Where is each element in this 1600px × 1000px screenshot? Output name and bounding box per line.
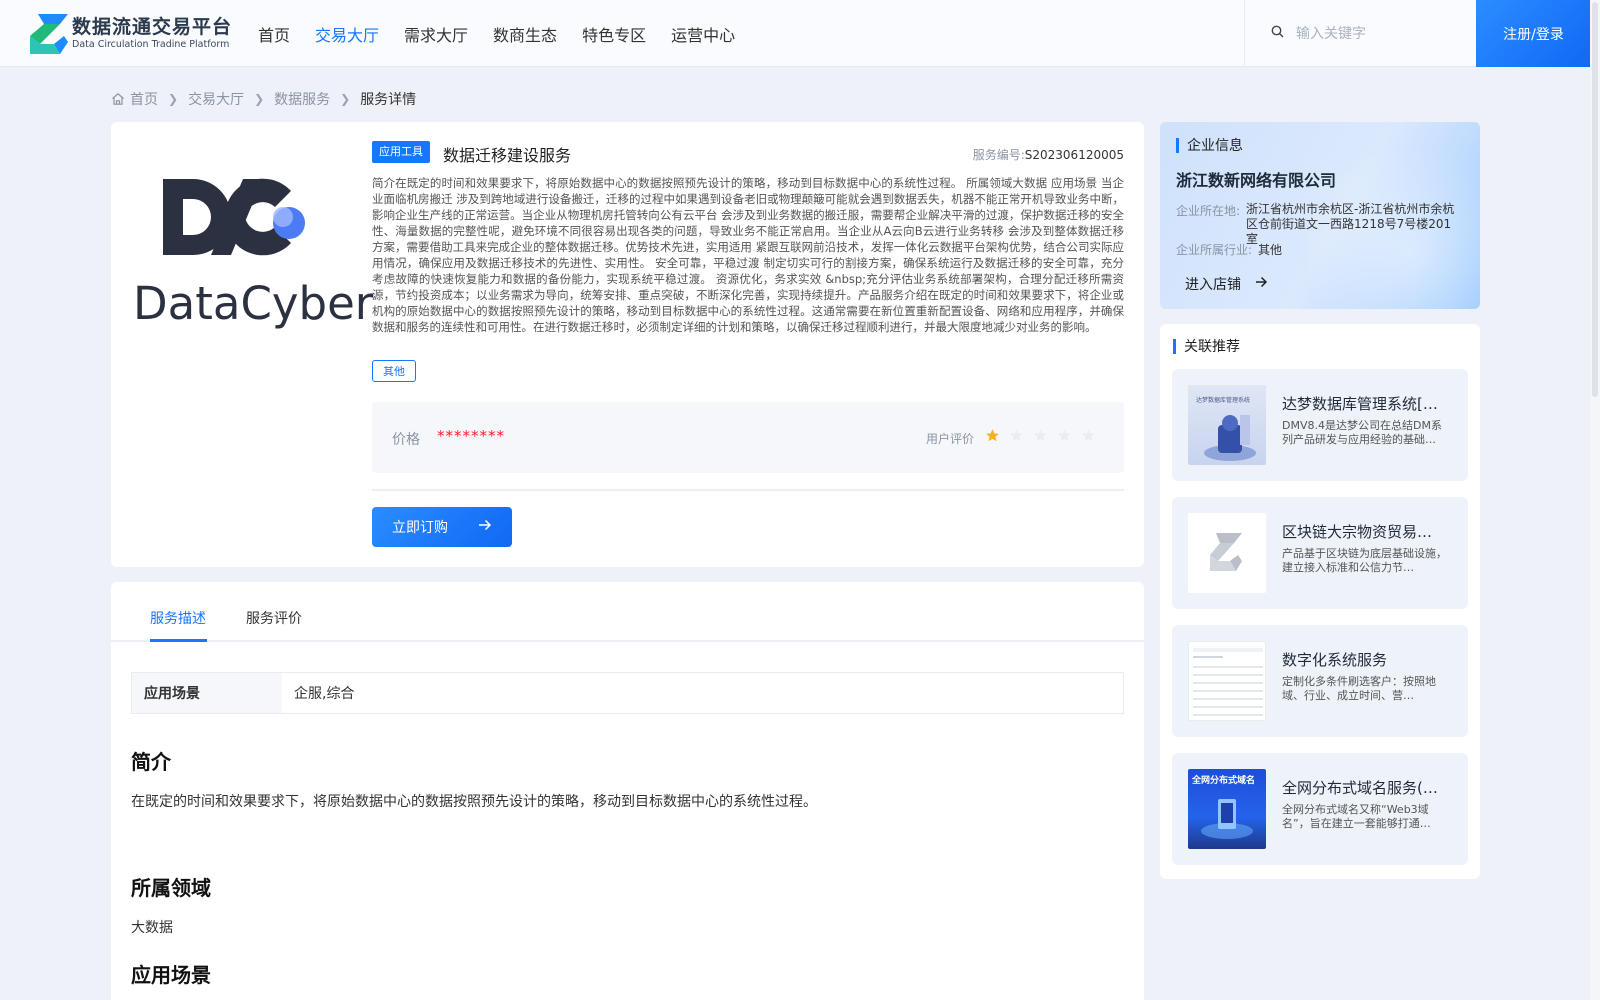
chevron-right-icon: ❯ [340,92,351,106]
section-text: 大数据 [131,920,173,936]
price-panel: 价格 ******** 用户评价 [372,402,1124,473]
recommend-title: 区块链大宗物资贸易… [1282,523,1433,541]
category-tag: 应用工具 [372,141,430,163]
star-icon [986,429,999,442]
breadcrumb-trading-hall[interactable]: 交易大厅 [188,89,244,109]
nav-operations[interactable]: 运营中心 [671,22,735,46]
active-tab-indicator [150,639,207,642]
recommend-item[interactable]: 区块链大宗物资贸易… 产品基于区块链为底层基础设施，建立接入标准和公信力节… [1172,497,1468,609]
section-heading: 所属领域 [131,876,211,900]
breadcrumb-home[interactable]: 首页 [130,89,158,109]
service-number: 服务编号:S202306120005 [972,148,1124,162]
company-industry: 企业所属行业: 其他 [1176,243,1283,257]
arrow-right-icon [478,519,492,535]
home-icon[interactable] [111,92,125,106]
section-heading: 简介 [131,750,171,774]
nav-demand-hall[interactable]: 需求大厅 [404,22,468,46]
company-name: 浙江数新网络有限公司 [1176,171,1337,190]
nav-trading-hall[interactable]: 交易大厅 [315,22,379,46]
company-info-card: 企业信息 浙江数新网络有限公司 企业所在地: 浙江省杭州市余杭区-浙江省杭州市余… [1160,122,1480,309]
price-value: ******** [437,427,505,445]
search-box [1244,0,1476,67]
section-heading: 应用场景 [131,963,211,987]
star-icon [1034,429,1047,442]
web3-thumb-image: 全网分布式域名 [1188,769,1266,849]
recommend-item[interactable]: 达梦数据库管理系统 达梦数据库管理系统[… DMV8.4是达梦公司在总结DM系列… [1172,369,1468,481]
scrollbar-thumb[interactable] [1592,2,1598,397]
rating-stars [985,428,1105,443]
scene-row: 应用场景 企服,综合 [131,672,1124,714]
recommend-header: 关联推荐 [1173,336,1240,356]
platform-logo-icon [30,14,68,54]
recommend-title: 全网分布式域名服务(… [1282,779,1438,797]
tab-service-description[interactable]: 服务描述 [150,608,206,628]
login-register-button[interactable]: 注册/登录 [1476,0,1591,67]
nav-ecosystem[interactable]: 数商生态 [493,22,557,46]
detail-tabs: 服务描述 服务评价 [111,582,1144,642]
enter-shop-link[interactable]: 进入店铺 [1185,274,1268,294]
arrow-right-icon [1255,276,1268,292]
logo-subtitle: Data Circulation Tradine Platform [72,39,230,50]
breadcrumb-current: 服务详情 [360,92,417,108]
logo-thumb-image [1188,513,1266,593]
datacyber-mark-icon [163,178,305,256]
chevron-right-icon: ❯ [254,92,265,106]
star-icon [1082,429,1095,442]
star-icon [1058,429,1071,442]
scene-key: 应用场景 [132,673,282,713]
title-bar-decoration [1176,137,1179,153]
recommend-desc: DMV8.4是达梦公司在总结DM系列产品研发与应用经验的基础… [1282,419,1442,446]
top-header: 数据流通交易平台 Data Circulation Tradine Platfo… [0,0,1591,67]
platform-logo[interactable]: 数据流通交易平台 Data Circulation Tradine Platfo… [30,14,232,54]
product-title: 数据迁移建设服务 [443,146,572,165]
recommend-desc: 全网分布式域名又称“Web3域名”，旨在建立一套能够打通… [1282,803,1431,830]
domain-tag[interactable]: 其他 [372,360,416,382]
recommend-desc: 产品基于区块链为底层基础设施，建立接入标准和公信力节… [1282,547,1447,574]
recommend-title: 数字化系统服务 [1282,651,1388,669]
page-scrollbar[interactable] [1590,0,1600,1000]
scene-value: 企服,综合 [294,686,355,702]
recommend-title: 达梦数据库管理系统[… [1282,395,1438,413]
related-recommendations: 关联推荐 达梦数据库管理系统 达梦数据库管理系统[… DMV8.4是达梦公司在总… [1160,324,1480,879]
chevron-right-icon: ❯ [168,92,179,106]
table-thumb-image [1188,641,1266,721]
breadcrumb-data-service[interactable]: 数据服务 [274,89,330,109]
search-input[interactable] [1296,25,1466,42]
recommend-desc: 定制化多条件刷选客户：按照地域、行业、成立时间、营… [1282,675,1436,702]
recommend-item[interactable]: 数字化系统服务 定制化多条件刷选客户：按照地域、行业、成立时间、营… [1172,625,1468,737]
nav-home[interactable]: 首页 [258,22,290,46]
order-now-button[interactable]: 立即订购 [372,507,512,547]
product-logo-text: DataCyber [133,277,374,330]
search-icon[interactable] [1271,25,1284,42]
rating-label: 用户评价 [926,432,975,446]
dm-thumb-image: 达梦数据库管理系统 [1188,385,1266,465]
logo-title: 数据流通交易平台 [72,16,233,38]
company-info-header: 企业信息 [1176,135,1243,155]
product-description: 简介在既定的时间和效果要求下，将原始数据中心的数据按照预先设计的策略，移动到目标… [372,176,1124,334]
breadcrumb: 首页 ❯ 交易大厅 ❯ 数据服务 ❯ 服务详情 [111,89,416,109]
nav-featured-zone[interactable]: 特色专区 [582,22,646,46]
price-label: 价格 [392,432,420,448]
recommend-item[interactable]: 全网分布式域名 全网分布式域名服务(… 全网分布式域名又称“Web3域名”，旨在… [1172,753,1468,865]
order-button-label: 立即订购 [392,520,448,536]
tab-service-reviews[interactable]: 服务评价 [246,608,302,628]
main-nav: 首页 交易大厅 需求大厅 数商生态 特色专区 运营中心 [258,0,760,67]
section-text: 在既定的时间和效果要求下，将原始数据中心的数据按照预先设计的策略，移动到目标数据… [131,794,817,810]
divider [372,489,1124,491]
product-logo: DataCyber [133,177,373,337]
service-detail-card: 服务描述 服务评价 应用场景 企服,综合 简介 在既定的时间和效果要求下，将原始… [111,582,1144,1000]
star-icon [1010,429,1023,442]
title-bar-decoration [1173,338,1176,354]
product-card: DataCyber 应用工具 数据迁移建设服务 服务编号:S2023061200… [111,122,1144,567]
